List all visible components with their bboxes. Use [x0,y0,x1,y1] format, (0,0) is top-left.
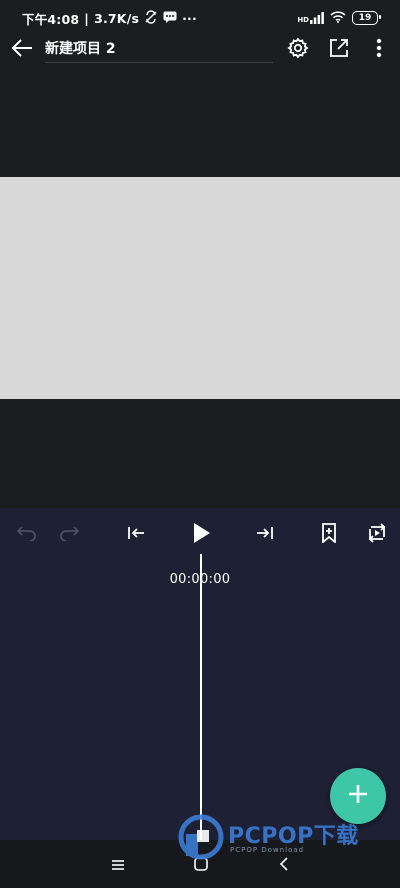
menu-lines-icon [111,856,125,875]
watermark: PCPOP下载 PCPOP Download [178,812,388,862]
settings-gear-icon [287,37,309,63]
project-title-field[interactable]: 新建项目 2 [45,37,273,63]
status-network-speed: 3.7K/s [94,11,140,26]
add-bookmark-button[interactable] [314,520,344,550]
export-share-icon [328,37,350,63]
skip-to-start-button[interactable] [121,520,151,550]
more-options-button[interactable] [365,36,393,64]
plus-icon [347,783,369,809]
status-left: 下午4:08 | 3.7K/s ··· [22,9,197,28]
signal-icon: HD [297,11,324,24]
loop-play-icon [366,523,388,547]
battery-icon: 19 [352,10,381,25]
recent-apps-button[interactable] [103,850,133,880]
battery-level: 19 [358,12,372,23]
app-bar: 新建项目 2 [0,34,400,70]
pcpop-logo-icon [178,814,224,860]
watermark-subtitle: PCPOP Download [230,846,305,854]
export-button[interactable] [325,36,353,64]
undo-icon [14,525,36,545]
playhead[interactable] [200,554,202,844]
more-vert-icon [376,38,382,62]
sync-icon [144,10,158,27]
back-button[interactable] [8,36,36,64]
skip-to-end-button[interactable] [250,520,280,550]
status-more: ··· [182,11,197,26]
project-title: 新建项目 2 [45,41,116,57]
undo-button[interactable] [10,520,40,550]
status-separator: | [84,11,90,26]
redo-icon [60,525,82,545]
skip-to-start-icon [126,525,146,545]
play-icon [191,522,211,548]
settings-button[interactable] [284,36,312,64]
play-button[interactable] [186,520,216,550]
back-arrow-icon [11,39,33,61]
status-bar: 下午4:08 | 3.7K/s ··· HD 19 [0,0,400,34]
redo-button[interactable] [56,520,86,550]
wifi-icon [330,8,346,27]
status-right: HD 19 [297,8,381,27]
signal-label: HD [297,15,309,24]
loop-play-button[interactable] [362,520,392,550]
bookmark-add-icon [321,523,337,547]
preview-letterbox-top [0,70,400,177]
skip-to-end-icon [255,525,275,545]
video-preview-canvas[interactable] [0,177,400,399]
preview-letterbox-bottom [0,399,400,508]
message-icon [163,11,177,26]
status-time: 下午4:08 [22,12,80,27]
